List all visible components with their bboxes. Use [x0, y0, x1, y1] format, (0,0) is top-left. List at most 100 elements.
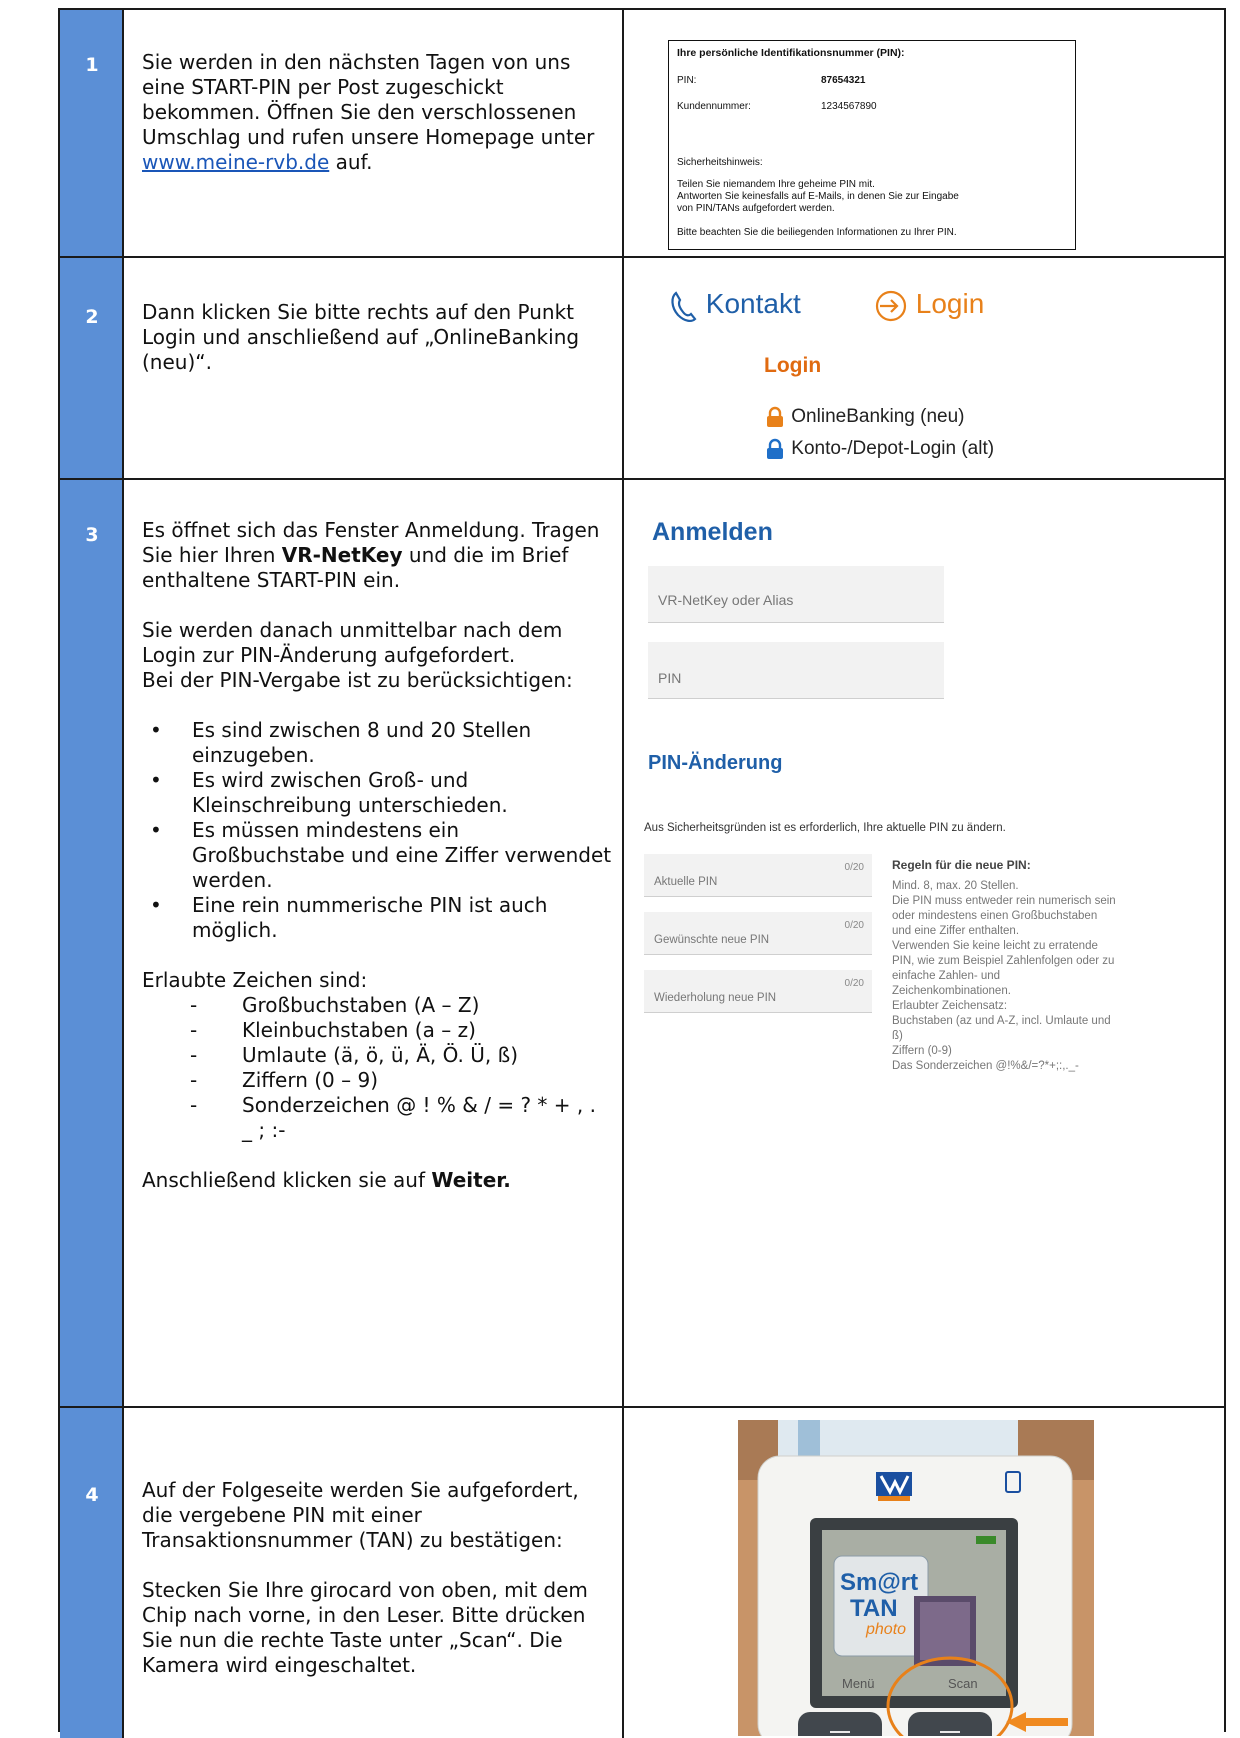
allowed-chars-title: Erlaubte Zeichen sind: — [142, 968, 368, 992]
smarttan-logo-line1: Sm@rt — [840, 1569, 918, 1596]
list-item: Es wird zwischen Groß- und Kleinschreibu… — [142, 768, 612, 818]
step-4-p2: Stecken Sie Ihre girocard von oben, mit … — [142, 1578, 588, 1677]
allowed-chars-list: Großbuchstaben (A – Z) Kleinbuchstaben (… — [142, 993, 612, 1143]
customer-value: 1234567890 — [821, 101, 877, 112]
lock-orange-icon — [767, 406, 783, 427]
menu-item-onlinebanking[interactable]: OnlineBanking (neu) — [764, 406, 965, 428]
char-counter: 0/20 — [844, 920, 864, 931]
current-pin-label: Aktuelle PIN — [654, 876, 718, 888]
step-4-text: Auf der Folgeseite werden Sie aufgeforde… — [142, 1478, 612, 1678]
pin-rules-panel: Regeln für die neue PIN: Mind. 8, max. 2… — [892, 858, 1124, 1074]
login-label: Login — [915, 288, 985, 319]
step-number-cell — [60, 480, 124, 1406]
phone-icon — [671, 290, 697, 322]
list-item: Umlaute (ä, ö, ü, Ä, Ö. Ü, ß) — [142, 1043, 612, 1068]
rule-line: oder mindestens einen Großbuchstaben — [892, 910, 1098, 922]
softkey-scan-label: Scan — [948, 1676, 978, 1691]
kontakt-label: Kontakt — [705, 288, 801, 319]
netkey-input[interactable]: VR-NetKey oder Alias — [648, 566, 944, 623]
new-pin-input[interactable]: 0/20 Gewünschte neue PIN — [644, 912, 872, 955]
rule-line: einfache Zahlen- und — [892, 970, 1001, 982]
step-number-cell — [60, 10, 124, 256]
pin-label: PIN: — [677, 75, 697, 86]
login-form-title: Anmelden — [652, 518, 773, 546]
pin-input[interactable]: PIN — [648, 642, 944, 699]
list-item: Es sind zwischen 8 und 20 Stellen einzug… — [142, 718, 612, 768]
vr-netkey-term: VR-NetKey — [281, 543, 403, 567]
step-4-p1: Auf der Folgeseite werden Sie aufgeforde… — [142, 1478, 579, 1552]
step-1-text: Sie werden in den nächsten Tagen von uns… — [142, 50, 612, 175]
list-item: Eine rein nummerische PIN ist auch mögli… — [142, 893, 612, 943]
pin-placeholder: PIN — [658, 670, 682, 686]
rule-line: und eine Ziffer enthalten. — [892, 925, 1020, 937]
current-pin-input[interactable]: 0/20 Aktuelle PIN — [644, 854, 872, 897]
step-2-text: Dann klicken Sie bitte rechts auf den Pu… — [142, 300, 612, 375]
step-row-2: 2 Dann klicken Sie bitte rechts auf den … — [60, 258, 1224, 480]
step-number-cell — [60, 1408, 124, 1738]
instruction-table: 1 Sie werden in den nächsten Tagen von u… — [58, 8, 1226, 1738]
pin-rules-list: Es sind zwischen 8 und 20 Stellen einzug… — [142, 718, 612, 943]
pin-change-title: PIN-Änderung — [648, 752, 783, 774]
smarttan-logo-line2: TAN — [850, 1595, 898, 1622]
list-item: Großbuchstaben (A – Z) — [142, 993, 612, 1018]
list-item: Es müssen mindestens ein Großbuchstabe u… — [142, 818, 612, 893]
rule-line: Zeichenkombinationen. — [892, 985, 1011, 997]
step-number: 4 — [85, 1484, 99, 1506]
tan-generator-photo: Sm@rt TAN photo Menü Scan — [738, 1420, 1094, 1736]
menu-item-konto-depot[interactable]: Konto-/Depot-Login (alt) — [764, 438, 994, 460]
step-row-1: 1 Sie werden in den nächsten Tagen von u… — [60, 10, 1224, 258]
rule-line: Das Sonderzeichen @!%&/=?*+;:,._- — [892, 1060, 1079, 1072]
step-number-cell — [60, 258, 124, 478]
security-line-2: Antworten Sie keinesfalls auf E-Mails, i… — [677, 191, 959, 202]
rule-line: ß) — [892, 1030, 903, 1042]
char-counter: 0/20 — [844, 978, 864, 989]
rule-line: Mind. 8, max. 20 Stellen. — [892, 880, 1019, 892]
list-item: Kleinbuchstaben (a – z) — [142, 1018, 612, 1043]
pin-value: 87654321 — [821, 75, 866, 86]
step-3-p2: Sie werden danach unmittelbar nach dem L… — [142, 618, 563, 667]
login-icon — [875, 290, 907, 321]
step-1-image-cell: Ihre persönliche Identifikationsnummer (… — [624, 10, 1224, 256]
weiter-term: Weiter. — [431, 1168, 511, 1192]
step-3-p3: Bei der PIN-Vergabe ist zu berücksichtig… — [142, 668, 573, 692]
security-line-1: Teilen Sie niemandem Ihre geheime PIN mi… — [677, 179, 875, 190]
repeat-pin-label: Wiederholung neue PIN — [654, 992, 777, 1004]
step-2-paragraph: Dann klicken Sie bitte rechts auf den Pu… — [142, 300, 580, 374]
repeat-pin-input[interactable]: 0/20 Wiederholung neue PIN — [644, 970, 872, 1013]
konto-depot-label: Konto-/Depot-Login (alt) — [791, 438, 995, 460]
list-item: Sonderzeichen @ ! % & / = ? * + , . _ ; … — [142, 1093, 612, 1143]
pin-change-intro: Aus Sicherheitsgründen ist es erforderli… — [644, 822, 1006, 834]
nav-login[interactable]: Login — [874, 288, 984, 328]
nav-kontakt[interactable]: Kontakt — [668, 288, 801, 328]
pin-rules-title: Regeln für die neue PIN: — [892, 858, 1031, 872]
homepage-link[interactable]: www.meine-rvb.de — [142, 150, 329, 174]
rule-line: Die PIN muss entweder rein numerisch sei… — [892, 895, 1116, 907]
step-number: 2 — [85, 306, 99, 328]
step-2-image-cell: Kontakt Login Login OnlineBanking (neu) … — [624, 258, 1224, 478]
softkey-menu-label: Menü — [842, 1676, 875, 1691]
step-1-text-a: Sie werden in den nächsten Tagen von uns… — [142, 50, 595, 149]
step-row-3: 3 Es öffnet sich das Fenster Anmeldung. … — [60, 480, 1224, 1408]
onlinebanking-label: OnlineBanking (neu) — [791, 406, 965, 428]
security-line-3: von PIN/TANs aufgefordert werden. — [677, 203, 835, 214]
step-3-image-cell: Anmelden VR-NetKey oder Alias PIN PIN-Än… — [624, 480, 1224, 1406]
smarttan-logo-line3: photo — [865, 1621, 906, 1638]
letter-title: Ihre persönliche Identifikationsnummer (… — [677, 47, 905, 59]
security-title: Sicherheitshinweis: — [677, 157, 763, 168]
step-4-image-cell: Sm@rt TAN photo Menü Scan — [624, 1408, 1224, 1738]
step-3-final-a: Anschließend klicken sie auf — [142, 1168, 432, 1192]
rule-line: Buchstaben (az und A-Z, incl. Umlaute un… — [892, 1015, 1111, 1027]
list-item: Ziffern (0 – 9) — [142, 1068, 612, 1093]
step-number: 3 — [85, 524, 99, 546]
char-counter: 0/20 — [844, 862, 864, 873]
step-number: 1 — [85, 54, 99, 76]
rule-line: PIN, wie zum Beispiel Zahlenfolgen oder … — [892, 955, 1115, 967]
netkey-placeholder: VR-NetKey oder Alias — [658, 592, 794, 608]
step-row-4: 4 Auf der Folgeseite werden Sie aufgefor… — [60, 1408, 1224, 1738]
new-pin-label: Gewünschte neue PIN — [654, 934, 770, 946]
rule-line: Verwenden Sie keine leicht zu erratende — [892, 940, 1098, 952]
tan-generator-illustration: Sm@rt TAN photo Menü Scan — [738, 1420, 1094, 1736]
rule-line: Erlaubter Zeichensatz: — [892, 1000, 1008, 1012]
lock-blue-icon — [767, 438, 783, 459]
letter-footer: Bitte beachten Sie die beiliegenden Info… — [677, 227, 957, 238]
